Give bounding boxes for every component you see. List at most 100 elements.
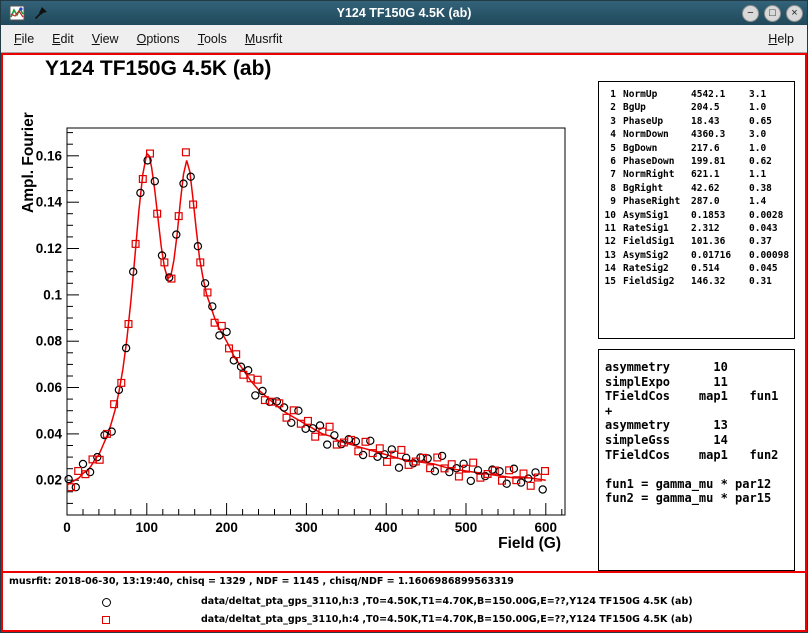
theory-line: TFieldCos map1 fun2 <box>605 448 794 463</box>
stats-row-index: 12 <box>601 235 616 248</box>
legend-label: data/deltat_pta_gps_3110,h:4 ,T0=4.50K,T… <box>201 614 693 625</box>
stats-row: 2BgUp204.51.0 <box>601 101 792 114</box>
series-circles <box>65 157 546 493</box>
svg-text:100: 100 <box>136 520 159 535</box>
menu-item-options[interactable]: Options <box>128 28 189 50</box>
window-title: Y124 TF150G 4.5K (ab) <box>1 6 807 20</box>
stats-row-value: 621.1 <box>689 168 749 181</box>
stats-row-value: 204.5 <box>689 101 749 114</box>
svg-text:0.1: 0.1 <box>43 287 62 302</box>
stats-row-error: 0.0028 <box>749 209 792 222</box>
theory-line: asymmetry 13 <box>605 418 794 433</box>
stats-row-error: 0.65 <box>749 115 792 128</box>
svg-text:0.08: 0.08 <box>36 334 63 349</box>
stats-row-name: NormUp <box>616 88 689 101</box>
stats-row-index: 9 <box>601 195 616 208</box>
menu-item-tools[interactable]: Tools <box>189 28 236 50</box>
stats-row: 15FieldSig2146.320.31 <box>601 275 792 288</box>
stats-row: 11RateSig12.3120.043 <box>601 222 792 235</box>
svg-text:600: 600 <box>535 520 558 535</box>
stats-row-index: 2 <box>601 101 616 114</box>
svg-text:300: 300 <box>295 520 318 535</box>
stats-row-index: 4 <box>601 128 616 141</box>
theory-box[interactable]: asymmetry 10simplExpo 11TFieldCos map1 f… <box>598 349 795 571</box>
stats-row-index: 6 <box>601 155 616 168</box>
stats-row-value: 2.312 <box>689 222 749 235</box>
menu-right: Help <box>759 28 803 50</box>
y-axis: 0.020.040.060.080.10.120.140.16 <box>36 133 79 515</box>
svg-text:400: 400 <box>375 520 398 535</box>
window-buttons: − □ × <box>737 5 803 22</box>
stats-row-name: PhaseRight <box>616 195 689 208</box>
stats-row-value: 101.36 <box>689 235 749 248</box>
stats-row-name: NormDown <box>616 128 689 141</box>
legend-row: data/deltat_pta_gps_3110,h:4 ,T0=4.50K,T… <box>3 613 805 627</box>
stats-row: 14RateSig20.5140.045 <box>601 262 792 275</box>
theory-line: + <box>605 404 794 419</box>
svg-text:0.16: 0.16 <box>36 148 63 163</box>
stats-row-value: 42.62 <box>689 182 749 195</box>
stats-row-value: 4360.3 <box>689 128 749 141</box>
plot-area[interactable]: 01002003004005006000.020.040.060.080.10.… <box>3 55 599 569</box>
root-canvas[interactable]: Y124 TF150G 4.5K (ab) 010020030040050060… <box>1 53 807 632</box>
stats-row-name: RateSig2 <box>616 262 689 275</box>
menu-item-edit[interactable]: Edit <box>43 28 83 50</box>
stats-row-name: AsymSig1 <box>616 209 689 222</box>
theory-line: simpleGss 14 <box>605 433 794 448</box>
theory-line: fun1 = gamma_mu * par12 <box>605 477 794 492</box>
stats-row: 12FieldSig1101.360.37 <box>601 235 792 248</box>
stats-row: 9PhaseRight287.01.4 <box>601 195 792 208</box>
theory-line: TFieldCos map1 fun1 <box>605 389 794 404</box>
y-axis-title: Ampl. Fourier <box>20 112 37 213</box>
stats-row-error: 0.37 <box>749 235 792 248</box>
stats-row-name: NormRight <box>616 168 689 181</box>
stats-row-index: 15 <box>601 275 616 288</box>
stats-row-error: 1.0 <box>749 142 792 155</box>
close-button[interactable]: × <box>786 5 803 22</box>
stats-row-error: 3.1 <box>749 88 792 101</box>
stats-row: 6PhaseDown199.810.62 <box>601 155 792 168</box>
stats-row-index: 11 <box>601 222 616 235</box>
stats-row-name: BgRight <box>616 182 689 195</box>
menu-item-musrfit[interactable]: Musrfit <box>236 28 292 50</box>
svg-text:0: 0 <box>63 520 71 535</box>
menu-item-file[interactable]: File <box>5 28 43 50</box>
pin-icon[interactable] <box>32 4 50 22</box>
theory-line: simplExpo 11 <box>605 375 794 390</box>
svg-text:0.14: 0.14 <box>36 195 63 210</box>
stats-row-name: FieldSig1 <box>616 235 689 248</box>
fit-line <box>67 154 546 485</box>
legend-row: data/deltat_pta_gps_3110,h:3 ,T0=4.50K,T… <box>3 595 805 609</box>
maximize-button[interactable]: □ <box>764 5 781 22</box>
stats-row-error: 0.043 <box>749 222 792 235</box>
stats-row-name: PhaseUp <box>616 115 689 128</box>
theory-line: fun2 = gamma_mu * par15 <box>605 491 794 506</box>
theory-line: asymmetry 10 <box>605 360 794 375</box>
stats-row-index: 10 <box>601 209 616 222</box>
stats-row: 3PhaseUp18.430.65 <box>601 115 792 128</box>
stats-row-name: RateSig1 <box>616 222 689 235</box>
title-bar[interactable]: Y124 TF150G 4.5K (ab) − □ × <box>1 1 807 25</box>
application-window: Y124 TF150G 4.5K (ab) − □ × FileEditView… <box>0 0 808 633</box>
stats-row-value: 287.0 <box>689 195 749 208</box>
stats-row: 4NormDown4360.33.0 <box>601 128 792 141</box>
minimize-button[interactable]: − <box>742 5 759 22</box>
menu-item-view[interactable]: View <box>83 28 128 50</box>
menu-left: FileEditViewOptionsToolsMusrfit <box>5 28 291 50</box>
stats-row-error: 3.0 <box>749 128 792 141</box>
stats-row-index: 8 <box>601 182 616 195</box>
menu-item-help[interactable]: Help <box>759 28 803 50</box>
app-icon[interactable] <box>8 4 26 22</box>
stats-row: 10AsymSig10.18530.0028 <box>601 209 792 222</box>
stats-row: 5BgDown217.61.0 <box>601 142 792 155</box>
stats-row: 7NormRight621.11.1 <box>601 168 792 181</box>
stats-row-name: PhaseDown <box>616 155 689 168</box>
stats-row-name: AsymSig2 <box>616 249 689 262</box>
fit-parameters-box[interactable]: 1NormUp4542.13.12BgUp204.51.03PhaseUp18.… <box>598 81 795 339</box>
stats-row-index: 1 <box>601 88 616 101</box>
stats-row-name: BgDown <box>616 142 689 155</box>
stats-row: 8BgRight42.620.38 <box>601 182 792 195</box>
svg-text:0.12: 0.12 <box>36 241 62 256</box>
stats-row-value: 199.81 <box>689 155 749 168</box>
legend-label: data/deltat_pta_gps_3110,h:3 ,T0=4.50K,T… <box>201 596 693 607</box>
